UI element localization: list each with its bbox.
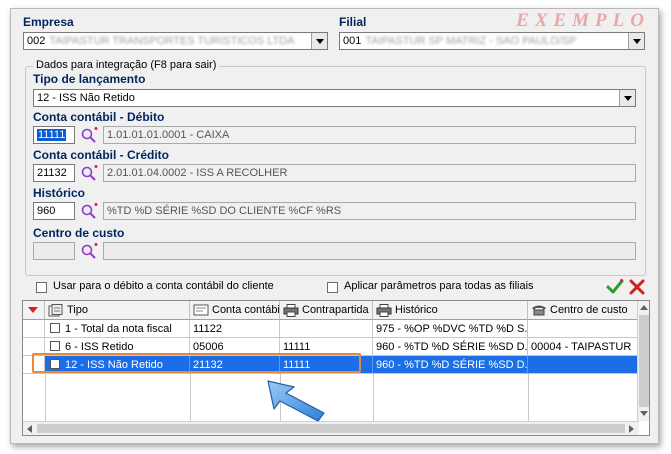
cell-centro [528,356,639,374]
debito-description: 1.01.01.01.0001 - CAIXA [103,126,636,144]
aplicar-filiais-label: Aplicar parâmetros para todas as filiais [344,280,534,292]
filial-label: Filial [339,15,367,29]
cell-tipo: 12 - ISS Não Retido [45,356,190,374]
tipo-dropdown-button[interactable] [619,90,635,106]
horizontal-scroll-thumb[interactable] [37,424,625,433]
cell-conta: 11122 [190,320,280,338]
historico-description: %TD %D SÉRIE %SD DO CLIENTE %CF %RS [103,202,636,220]
empresa-dropdown-button[interactable] [311,33,327,49]
tipo-combo[interactable]: 12 - ISS Não Retido [33,89,636,107]
row-checkbox[interactable] [50,341,60,351]
cell-contrapartida [280,320,373,338]
header-conta[interactable]: Conta contábil [190,301,280,320]
cell-centro [528,320,639,338]
cell-conta: 05006 [190,338,280,356]
integration-window: EXEMPLO Empresa 002 TAIPASTUR TRANSPORTES… [10,8,659,444]
centro-description [103,242,636,260]
search-icon[interactable] [79,164,99,182]
row-indicator [23,356,45,374]
header-conta-label: Conta contábil [212,304,280,316]
chevron-down-icon [632,38,641,44]
credito-description: 2.01.01.04.0002 - ISS A RECOLHER [103,164,636,182]
document-stack-icon [48,303,64,317]
debito-code: 11111 [37,129,67,141]
header-tipo[interactable]: Tipo [45,301,190,320]
chevron-down-icon [623,95,632,101]
centro-label: Centro de custo [33,226,125,240]
sort-down-icon [28,307,38,313]
chevron-down-icon [315,38,324,44]
cell-historico: 960 - %TD %D SÉRIE %SD D... [373,338,528,356]
usar-debito-label: Usar para o débito a conta contábil do c… [53,280,274,292]
filial-code: 001 [343,35,362,47]
cell-historico: 975 - %OP %DVC %TD %D S... [373,320,528,338]
empresa-combo[interactable]: 002 TAIPASTUR TRANSPORTES TURISTICOS LTDA [23,32,328,50]
group-title: Dados para integração (F8 para sair) [33,59,220,71]
grid-line [45,374,46,421]
confirm-check-icon[interactable] [606,278,624,296]
cell-contrapartida: 11111 [280,356,373,374]
debito-label: Conta contábil - Débito [33,110,165,124]
empresa-name: TAIPASTUR TRANSPORTES TURISTICOS LTDA [49,35,295,47]
grid-line [373,374,374,421]
filial-combo[interactable]: 001 TAIPASTUR SP MATRIZ - SAO PAULO/SP [339,32,645,50]
cell-historico: 960 - %TD %D SÉRIE %SD D... [373,356,528,374]
grid-line [528,374,529,421]
header-centro[interactable]: Centro de custo [528,301,639,320]
cell-contrapartida: 11111 [280,338,373,356]
cell-conta: 21132 [190,356,280,374]
cell-tipo: 6 - ISS Retido [45,338,190,356]
filial-name: TAIPASTUR SP MATRIZ - SAO PAULO/SP [365,35,577,47]
scroll-right-icon[interactable] [629,425,635,433]
debito-code-input[interactable]: 11111 [33,126,75,144]
telephone-icon [531,304,547,316]
vertical-scrollbar[interactable] [637,301,649,421]
table-row[interactable]: 1 - Total da nota fiscal 11122 975 - %OP… [23,320,639,338]
empresa-label: Empresa [23,15,74,29]
header-contrapartida-label: Contrapartida [302,304,369,316]
header-tipo-label: Tipo [67,304,88,316]
historico-code: 960 [37,205,56,217]
vertical-scroll-thumb[interactable] [639,315,649,407]
row-indicator [23,338,45,356]
filial-dropdown-button[interactable] [628,33,644,49]
parameters-grid: Tipo Conta contábil Contrapartida Histór… [22,300,650,436]
grid-line [190,374,191,421]
tipo-label: Tipo de lançamento [33,72,146,86]
table-row-selected[interactable]: 12 - ISS Não Retido 21132 11111 960 - %T… [23,356,639,374]
credito-code: 21132 [37,167,67,179]
aplicar-filiais-checkbox[interactable] [327,282,338,293]
usar-debito-checkbox[interactable] [36,282,47,293]
header-contrapartida[interactable]: Contrapartida [280,301,373,320]
cell-tipo: 1 - Total da nota fiscal [45,320,190,338]
centro-code-input[interactable] [33,242,75,260]
tipo-value: 12 - ISS Não Retido [37,92,135,104]
search-icon[interactable] [79,202,99,220]
scroll-left-icon[interactable] [26,425,32,433]
historico-code-input[interactable]: 960 [33,202,75,220]
header-centro-label: Centro de custo [550,304,628,316]
row-indicator [23,320,45,338]
watermark: EXEMPLO [516,10,650,31]
form-icon [193,304,209,316]
row-checkbox[interactable] [50,323,60,333]
empresa-code: 002 [27,35,46,47]
search-icon[interactable] [79,126,99,144]
table-row[interactable]: 6 - ISS Retido 05006 11111 960 - %TD %D … [23,338,639,356]
historico-label: Histórico [33,186,86,200]
search-icon[interactable] [79,242,99,260]
cancel-x-icon[interactable] [628,278,646,296]
row-checkbox[interactable] [50,359,60,369]
scroll-down-icon[interactable] [640,411,648,417]
header-historico[interactable]: Histórico [373,301,528,320]
cell-centro: 00004 - TAIPASTUR [528,338,639,356]
pointer-arrow-icon [267,380,325,422]
grid-indicator-header[interactable] [23,301,45,320]
printer-icon [376,303,392,317]
header-historico-label: Histórico [395,304,438,316]
credito-label: Conta contábil - Crédito [33,148,169,162]
printer-icon [283,303,299,317]
scroll-up-icon[interactable] [640,304,648,310]
credito-code-input[interactable]: 21132 [33,164,75,182]
